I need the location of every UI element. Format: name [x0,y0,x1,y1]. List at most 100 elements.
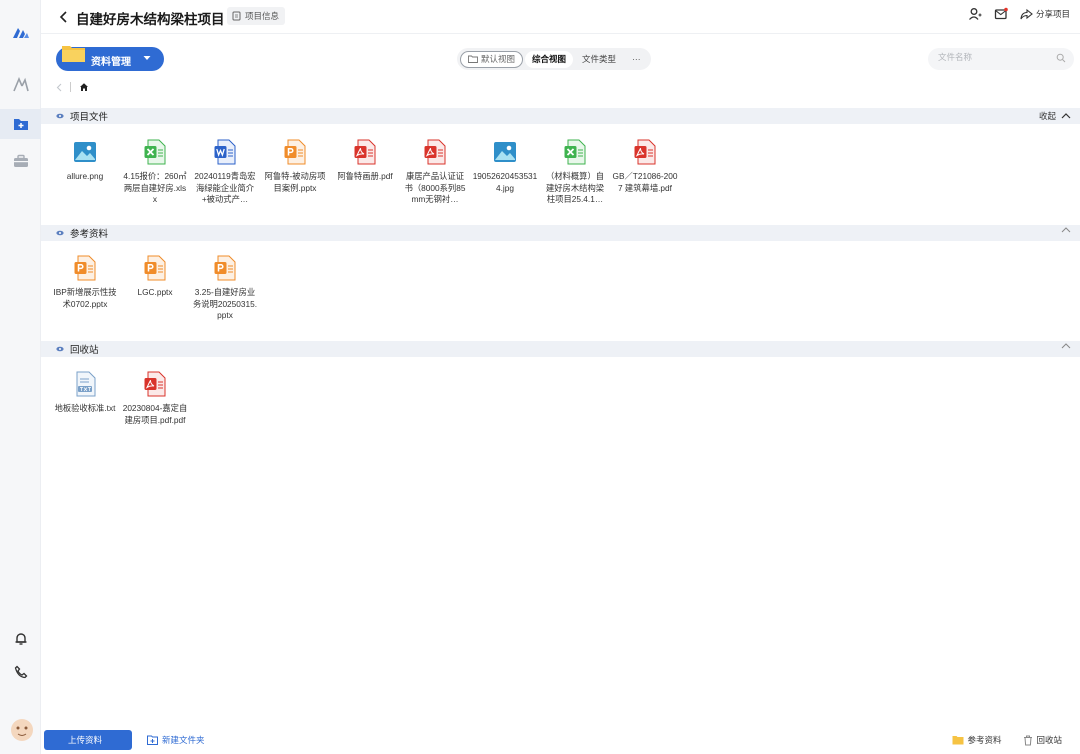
new-folder-icon [147,735,158,745]
file-item[interactable]: 4.15报价：260㎡两层自建好房.xlsx [120,139,190,206]
file-item[interactable]: allure.png [50,139,120,206]
collapse-button[interactable] [1061,343,1071,349]
ppt-file-icon [72,255,98,281]
new-folder-button[interactable]: 新建文件夹 [147,730,205,750]
tab-file-type[interactable]: 文件类型 [575,51,623,68]
divider [70,82,71,92]
file-item[interactable]: LGC.pptx [120,255,190,322]
footer-shortcuts: 参考资料 回收站 [952,730,1062,750]
message-icon[interactable] [994,7,1008,21]
section-header-project-files[interactable]: 项目文件 收起 [41,108,1080,124]
tab-default-view-label: 默认视图 [481,54,516,64]
document-icon [232,11,241,21]
file-item[interactable]: 阿鲁特-被动房项目案例.pptx [260,139,330,206]
eye-icon [56,229,64,237]
project-info-label: 项目信息 [245,11,280,21]
file-item[interactable]: （材料概算）自建好房木结构梁柱项目25.4.1… [540,139,610,206]
file-name: GB／T21086-2007 建筑幕墙.pdf [612,171,678,193]
file-grid-recycle-bin: 地板验收标准.txt 20230804-嘉定自建房项目.pdf.pdf [50,371,190,426]
file-grid-project-files: allure.png 4.15报价：260㎡两层自建好房.xlsx 20240119… [50,139,680,206]
file-name: 康居产品认证证书（8000系列85mm无钢衬… [404,171,466,204]
excel-file-icon [142,139,168,165]
app-logo-icon[interactable] [0,17,41,47]
search-input[interactable] [938,52,1048,62]
file-name: 190526204535314.jpg [472,171,538,193]
file-item[interactable]: 20230804-嘉定自建房项目.pdf.pdf [120,371,190,426]
file-name: allure.png [66,171,104,181]
share-icon [1020,8,1033,20]
file-name: LGC.pptx [137,287,173,297]
excel-file-icon [562,139,588,165]
file-management-dropdown[interactable]: 资料管理 [56,46,164,71]
references-shortcut[interactable]: 参考资料 [952,734,1001,746]
left-rail [0,0,41,754]
section-header-references[interactable]: 参考资料 [41,225,1080,241]
breadcrumb [56,82,89,92]
file-item[interactable]: IBP新增展示性技术0702.pptx [50,255,120,322]
tab-default-view[interactable]: 默认视图 [460,50,524,68]
ai-assistant-icon[interactable] [0,70,41,100]
txt-file-icon [72,371,98,397]
file-item[interactable]: 190526204535314.jpg [470,139,540,206]
file-name: IBP新增展示性技术0702.pptx [53,287,117,309]
file-name: （材料概算）自建好房木结构梁柱项目25.4.1… [545,171,605,204]
phone-icon[interactable] [0,657,41,687]
watermark-logo [8,710,140,750]
file-name: 4.15报价：260㎡两层自建好房.xlsx [123,171,187,204]
references-shortcut-label: 参考资料 [967,735,1002,745]
section-title: 回收站 [70,345,99,356]
share-project-button[interactable]: 分享项目 [1020,8,1070,20]
pdf-file-icon [422,139,448,165]
ppt-file-icon [142,255,168,281]
section-title: 参考资料 [70,229,109,240]
trash-icon [1024,735,1033,745]
bell-icon[interactable] [0,623,41,653]
eye-icon [56,345,64,353]
recycle-bin-shortcut-label: 回收站 [1036,735,1062,745]
search-icon[interactable] [1056,53,1066,63]
more-options-button[interactable]: ··· [625,51,648,68]
ppt-file-icon [282,139,308,165]
file-item[interactable]: 阿鲁特画册.pdf [330,139,400,206]
ppt-file-icon [212,255,238,281]
section-title: 项目文件 [70,112,109,123]
eye-icon [56,112,64,120]
image-file-icon [492,139,518,165]
file-item[interactable]: 地板验收标准.txt [50,371,120,426]
home-icon[interactable] [79,82,89,92]
file-item[interactable]: GB／T21086-2007 建筑幕墙.pdf [610,139,680,206]
project-info-button[interactable]: 项目信息 [227,7,286,25]
word-file-icon [212,139,238,165]
file-management-label: 资料管理 [91,57,131,68]
file-name: 20240119青岛宏海绿能企业简介+被动式产… [194,171,256,204]
file-name: 阿鲁特画册.pdf [337,171,393,181]
briefcase-icon[interactable] [0,146,41,176]
collapse-label: 收起 [1038,111,1056,121]
file-name: 20230804-嘉定自建房项目.pdf.pdf [122,403,188,425]
collapse-button[interactable] [1061,227,1071,233]
members-icon[interactable] [968,7,982,21]
share-project-label: 分享项目 [1035,9,1070,19]
bottom-bar: 上传资料 新建文件夹 参考资料 回收站 [41,726,1080,754]
project-files-nav-icon[interactable] [0,109,41,139]
file-name: 3.25-自建好房业务说明20250315.pptx [192,287,258,320]
file-item[interactable]: 3.25-自建好房业务说明20250315.pptx [190,255,260,322]
chevron-up-icon [1061,343,1071,349]
chevron-up-icon [1061,227,1071,233]
back-arrow-icon[interactable] [55,8,73,26]
folder-icon [952,736,964,745]
file-item[interactable]: 20240119青岛宏海绿能企业简介+被动式产… [190,139,260,206]
pdf-file-icon [632,139,658,165]
chevron-up-icon [1061,113,1071,119]
tab-combined-view[interactable]: 综合视图 [525,50,574,68]
recycle-bin-shortcut[interactable]: 回收站 [1023,734,1062,746]
section-header-recycle-bin[interactable]: 回收站 [41,341,1080,357]
image-file-icon [72,139,98,165]
chevron-left-icon[interactable] [56,83,62,92]
collapse-button[interactable]: 收起 [1039,110,1071,122]
pdf-file-icon [142,371,168,397]
folder-icon [62,46,85,62]
top-header: 自建好房木结构梁柱项目 项目信息 分享项目 [41,0,1080,34]
file-item[interactable]: 康居产品认证证书（8000系列85mm无钢衬… [400,139,470,206]
app-window: 自建好房木结构梁柱项目 项目信息 分享项目 资料管理 默认视图 综合视图 文件类… [0,0,1080,754]
